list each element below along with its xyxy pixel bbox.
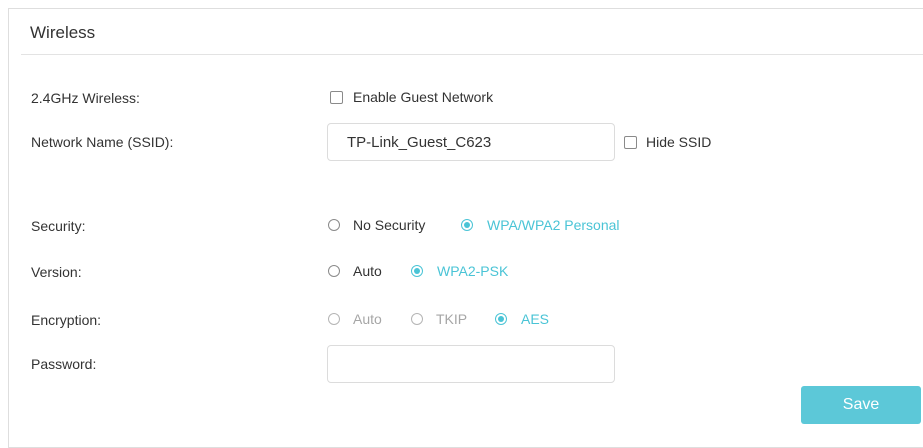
- save-button[interactable]: Save: [801, 386, 921, 424]
- ssid-input[interactable]: [327, 123, 615, 161]
- section-divider: [21, 54, 923, 55]
- encryption-radio-tkip[interactable]: [411, 313, 423, 325]
- version-option-wpa2-psk[interactable]: WPA2-PSK: [437, 263, 508, 279]
- security-option-no-security[interactable]: No Security: [353, 217, 425, 233]
- encryption-option-tkip[interactable]: TKIP: [436, 311, 467, 327]
- encryption-option-auto[interactable]: Auto: [353, 311, 382, 327]
- encryption-radio-aes[interactable]: [495, 313, 507, 325]
- enable-guest-network-checkbox[interactable]: [330, 91, 343, 104]
- password-label: Password:: [31, 356, 97, 372]
- version-label: Version:: [31, 264, 82, 280]
- encryption-option-aes[interactable]: AES: [521, 311, 549, 327]
- security-radio-no-security[interactable]: [328, 219, 340, 231]
- enable-guest-network-label[interactable]: Enable Guest Network: [353, 89, 493, 105]
- hide-ssid-label[interactable]: Hide SSID: [646, 134, 711, 150]
- security-label: Security:: [31, 218, 86, 234]
- security-radio-wpa-wpa2-personal[interactable]: [461, 219, 473, 231]
- encryption-label: Encryption:: [31, 312, 102, 328]
- wireless-24-label: 2.4GHz Wireless:: [31, 90, 140, 106]
- ssid-label: Network Name (SSID):: [31, 134, 174, 150]
- security-option-wpa-wpa2-personal[interactable]: WPA/WPA2 Personal: [487, 217, 620, 233]
- hide-ssid-checkbox[interactable]: [624, 136, 637, 149]
- encryption-radio-auto[interactable]: [328, 313, 340, 325]
- version-radio-auto[interactable]: [328, 265, 340, 277]
- password-input[interactable]: [327, 345, 615, 383]
- version-option-auto[interactable]: Auto: [353, 263, 382, 279]
- version-radio-wpa2-psk[interactable]: [411, 265, 423, 277]
- section-title: Wireless: [30, 23, 96, 42]
